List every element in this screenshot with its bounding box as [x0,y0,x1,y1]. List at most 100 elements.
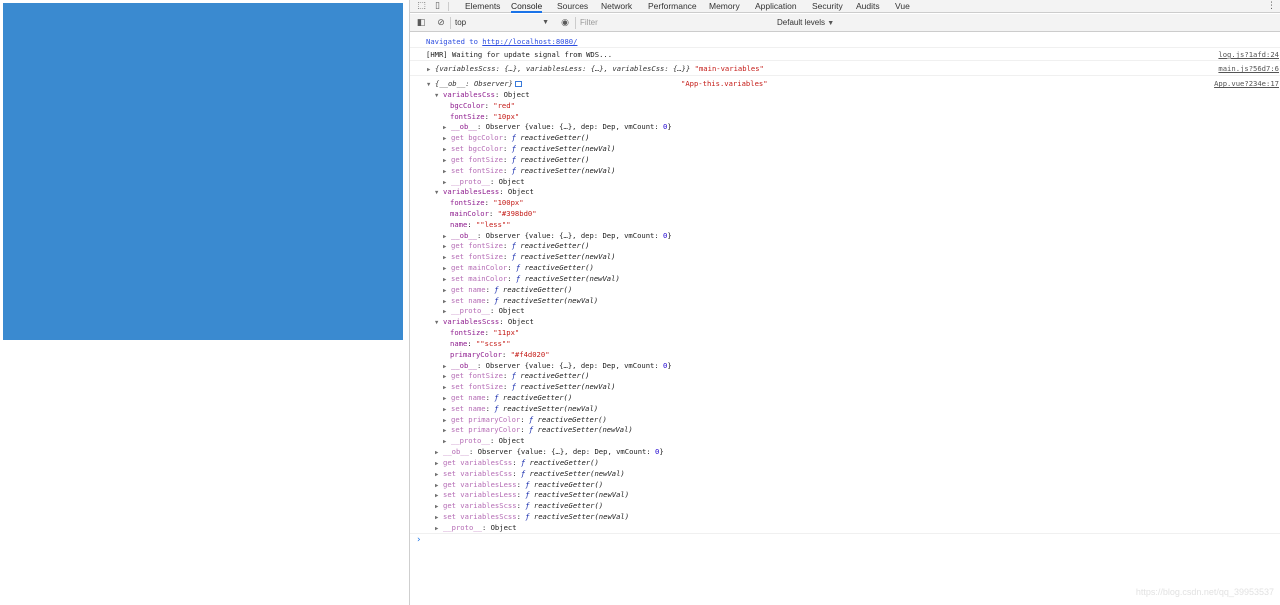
tree-row[interactable]: ▶ set fontSize: ƒ reactiveSetter(newVal) [410,251,1280,262]
source-link[interactable]: main.js?56d7:6 [1218,63,1279,74]
accessor-key: get fontSize [451,154,503,164]
navigated-text: Navigated to http://localhost:8080/ [426,36,577,47]
tree-row[interactable]: ▶ set fontSize: ƒ reactiveSetter(newVal) [410,165,1280,176]
tree-row[interactable]: ▶ get primaryColor: ƒ reactiveGetter() [410,414,1280,425]
info-icon[interactable] [514,81,522,87]
property-value: : Object [499,317,534,327]
tree-row[interactable]: ▶ __proto__: Object [410,176,1280,187]
tree-row[interactable]: ▶ get variablesLess: ƒ reactiveGetter() [410,479,1280,490]
string-value: "11px" [493,328,520,338]
tree-row[interactable]: ▼ variablesScss: Object [410,316,1280,327]
tab-performance[interactable]: Performance [648,0,697,13]
tree-row[interactable]: ▼ variablesLess: Object [410,186,1280,197]
tree-row-content: primaryColor: "#f4d020" [450,349,550,360]
tree-row[interactable]: ▶ set variablesScss: ƒ reactiveSetter(new… [410,511,1280,522]
message-divider [410,47,1280,48]
navigated-url[interactable]: http://localhost:8080/ [482,37,577,46]
property-value: : [502,252,512,262]
tree-row[interactable]: ▶ set primaryColor: ƒ reactiveSetter(newV… [410,424,1280,435]
tree-row[interactable]: ▶ get variablesCss: ƒ reactiveGetter() [410,457,1280,468]
tree-row[interactable]: ▶ __ob__: Observer {value: {…}, dep: Dep,… [410,446,1280,457]
accessor-key: get variablesLess [443,479,517,489]
accessor-key: get primaryColor [451,414,521,424]
tree-row[interactable]: ▶ set variablesCss: ƒ reactiveSetter(newV… [410,468,1280,479]
function-name: reactiveGetter() [515,154,590,164]
tree-row[interactable]: ▶ get name: ƒ reactiveGetter() [410,284,1280,295]
property-value: : Object [489,306,525,316]
tab-application[interactable]: Application [755,0,797,13]
tree-row[interactable]: ▶ __ob__: Observer {value: {…}, dep: Dep,… [410,230,1280,241]
property-value: : [501,349,511,359]
inspect-element-icon[interactable]: ⬚ [416,1,427,12]
property-value-tail: } [659,447,664,457]
context-select[interactable]: top ▼ [455,17,551,29]
tree-row[interactable]: ▶ __proto__: Object [410,305,1280,316]
console-prompt[interactable]: › [416,535,421,546]
tree-row[interactable]: ▶ set variablesLess: ƒ reactiveSetter(new… [410,489,1280,500]
tree-row[interactable]: ▶ get mainColor: ƒ reactiveGetter() [410,262,1280,273]
tree-row[interactable]: ▶ set name: ƒ reactiveSetter(newVal) [410,403,1280,414]
tab-audits[interactable]: Audits [856,0,880,13]
message-divider [410,75,1280,76]
function-name: reactiveSetter(newVal) [498,403,599,413]
tree-row[interactable]: ▶ set fontSize: ƒ reactiveSetter(newVal) [410,381,1280,392]
property-value: : [484,328,494,338]
log-levels-dropdown[interactable]: Default levels ▼ [777,17,834,29]
tree-row[interactable]: ▶ __proto__: Object [410,522,1280,533]
tree-row[interactable]: ▶ set bgcColor: ƒ reactiveSetter(newVal) [410,143,1280,154]
tab-console[interactable]: Console [511,0,543,13]
tab-network[interactable]: Network [601,0,632,13]
console-message-main[interactable]: ▶ {variablesScss: {…}, variablesLess: {…}… [410,63,1280,74]
tree-row-content: fontSize: "10px" [450,111,519,122]
string-value: ""less"" [475,219,511,229]
tree-row[interactable]: ▶ __ob__: Observer {value: {…}, dep: Dep,… [410,121,1280,132]
accessor-key: get fontSize [451,241,503,251]
tab-elements[interactable]: Elements [465,0,500,13]
clear-console-icon[interactable]: ⊘ [435,17,447,29]
tree-row[interactable]: ▶ set name: ƒ reactiveSetter(newVal) [410,295,1280,306]
tree-row[interactable]: ▼ variablesCss: Object [410,89,1280,100]
property-value: : Observer {value: {…}, dep: Dep, vmCoun… [476,360,664,370]
tree-row[interactable]: ▶ get fontSize: ƒ reactiveGetter() [410,240,1280,251]
console-toolbar: ◧ ⊘ top ▼ ◉ Default levels ▼ [410,14,1280,32]
tree-row[interactable]: ▶ __proto__: Object [410,435,1280,446]
tree-row[interactable]: ▶ get name: ƒ reactiveGetter() [410,392,1280,403]
eye-icon[interactable]: ◉ [559,17,571,29]
tree-row[interactable]: ▶ get fontSize: ƒ reactiveGetter() [410,370,1280,381]
property-value: : [502,382,512,392]
log-levels-label: Default levels [777,18,826,27]
tree-row[interactable]: ▶ get bgcColor: ƒ reactiveGetter() [410,132,1280,143]
tab-memory[interactable]: Memory [709,0,740,13]
tree-row[interactable]: ▶ __ob__: Observer {value: {…}, dep: Dep,… [410,360,1280,371]
device-toolbar-icon[interactable]: ▯ [432,1,443,12]
tab-divider [448,2,449,11]
chevron-down-icon: ▼ [542,19,549,26]
sidebar-toggle-icon[interactable]: ◧ [415,17,427,29]
tab-vue[interactable]: Vue [895,0,910,13]
tab-security[interactable]: Security [812,0,843,13]
hmr-text: [HMR] Waiting for update signal from WDS… [426,50,613,59]
property-key: variablesCss [443,90,495,99]
tree-row-content: mainColor: "#398bd0" [450,208,537,219]
property-value: : [502,133,512,143]
tab-sources[interactable]: Sources [557,0,588,13]
app-summary-text: {__ob__: Observer} [435,79,513,88]
function-name: reactiveSetter(newVal) [515,144,616,154]
tree-row[interactable]: ▶ get variablesScss: ƒ reactiveGetter() [410,500,1280,511]
function-name: reactiveGetter() [520,263,594,273]
filter-input[interactable] [580,17,770,29]
watermark: https://blog.csdn.net/qq_39953537 [1135,587,1274,597]
property-value: : [502,144,512,154]
function-name: reactiveSetter(newVal) [525,468,625,478]
tree-row: mainColor: "#398bd0" [410,208,1280,219]
tree-row[interactable]: ▶ set mainColor: ƒ reactiveSetter(newVal) [410,273,1280,284]
source-link[interactable]: log.js?1afd:24 [1218,49,1279,60]
accessor-key: set fontSize [451,165,503,175]
accessor-key: get variablesCss [443,457,513,467]
tree-row[interactable]: ▶ get fontSize: ƒ reactiveGetter() [410,154,1280,165]
function-name: reactiveSetter(newVal) [533,425,633,435]
accessor-key: get name [451,392,486,402]
more-options-icon[interactable]: ⋮ [1267,0,1276,13]
console-message-app[interactable]: ▼ {__ob__: Observer} "App-this.variables"… [410,78,1280,89]
source-link[interactable]: App.vue?234e:17 [1214,78,1279,89]
